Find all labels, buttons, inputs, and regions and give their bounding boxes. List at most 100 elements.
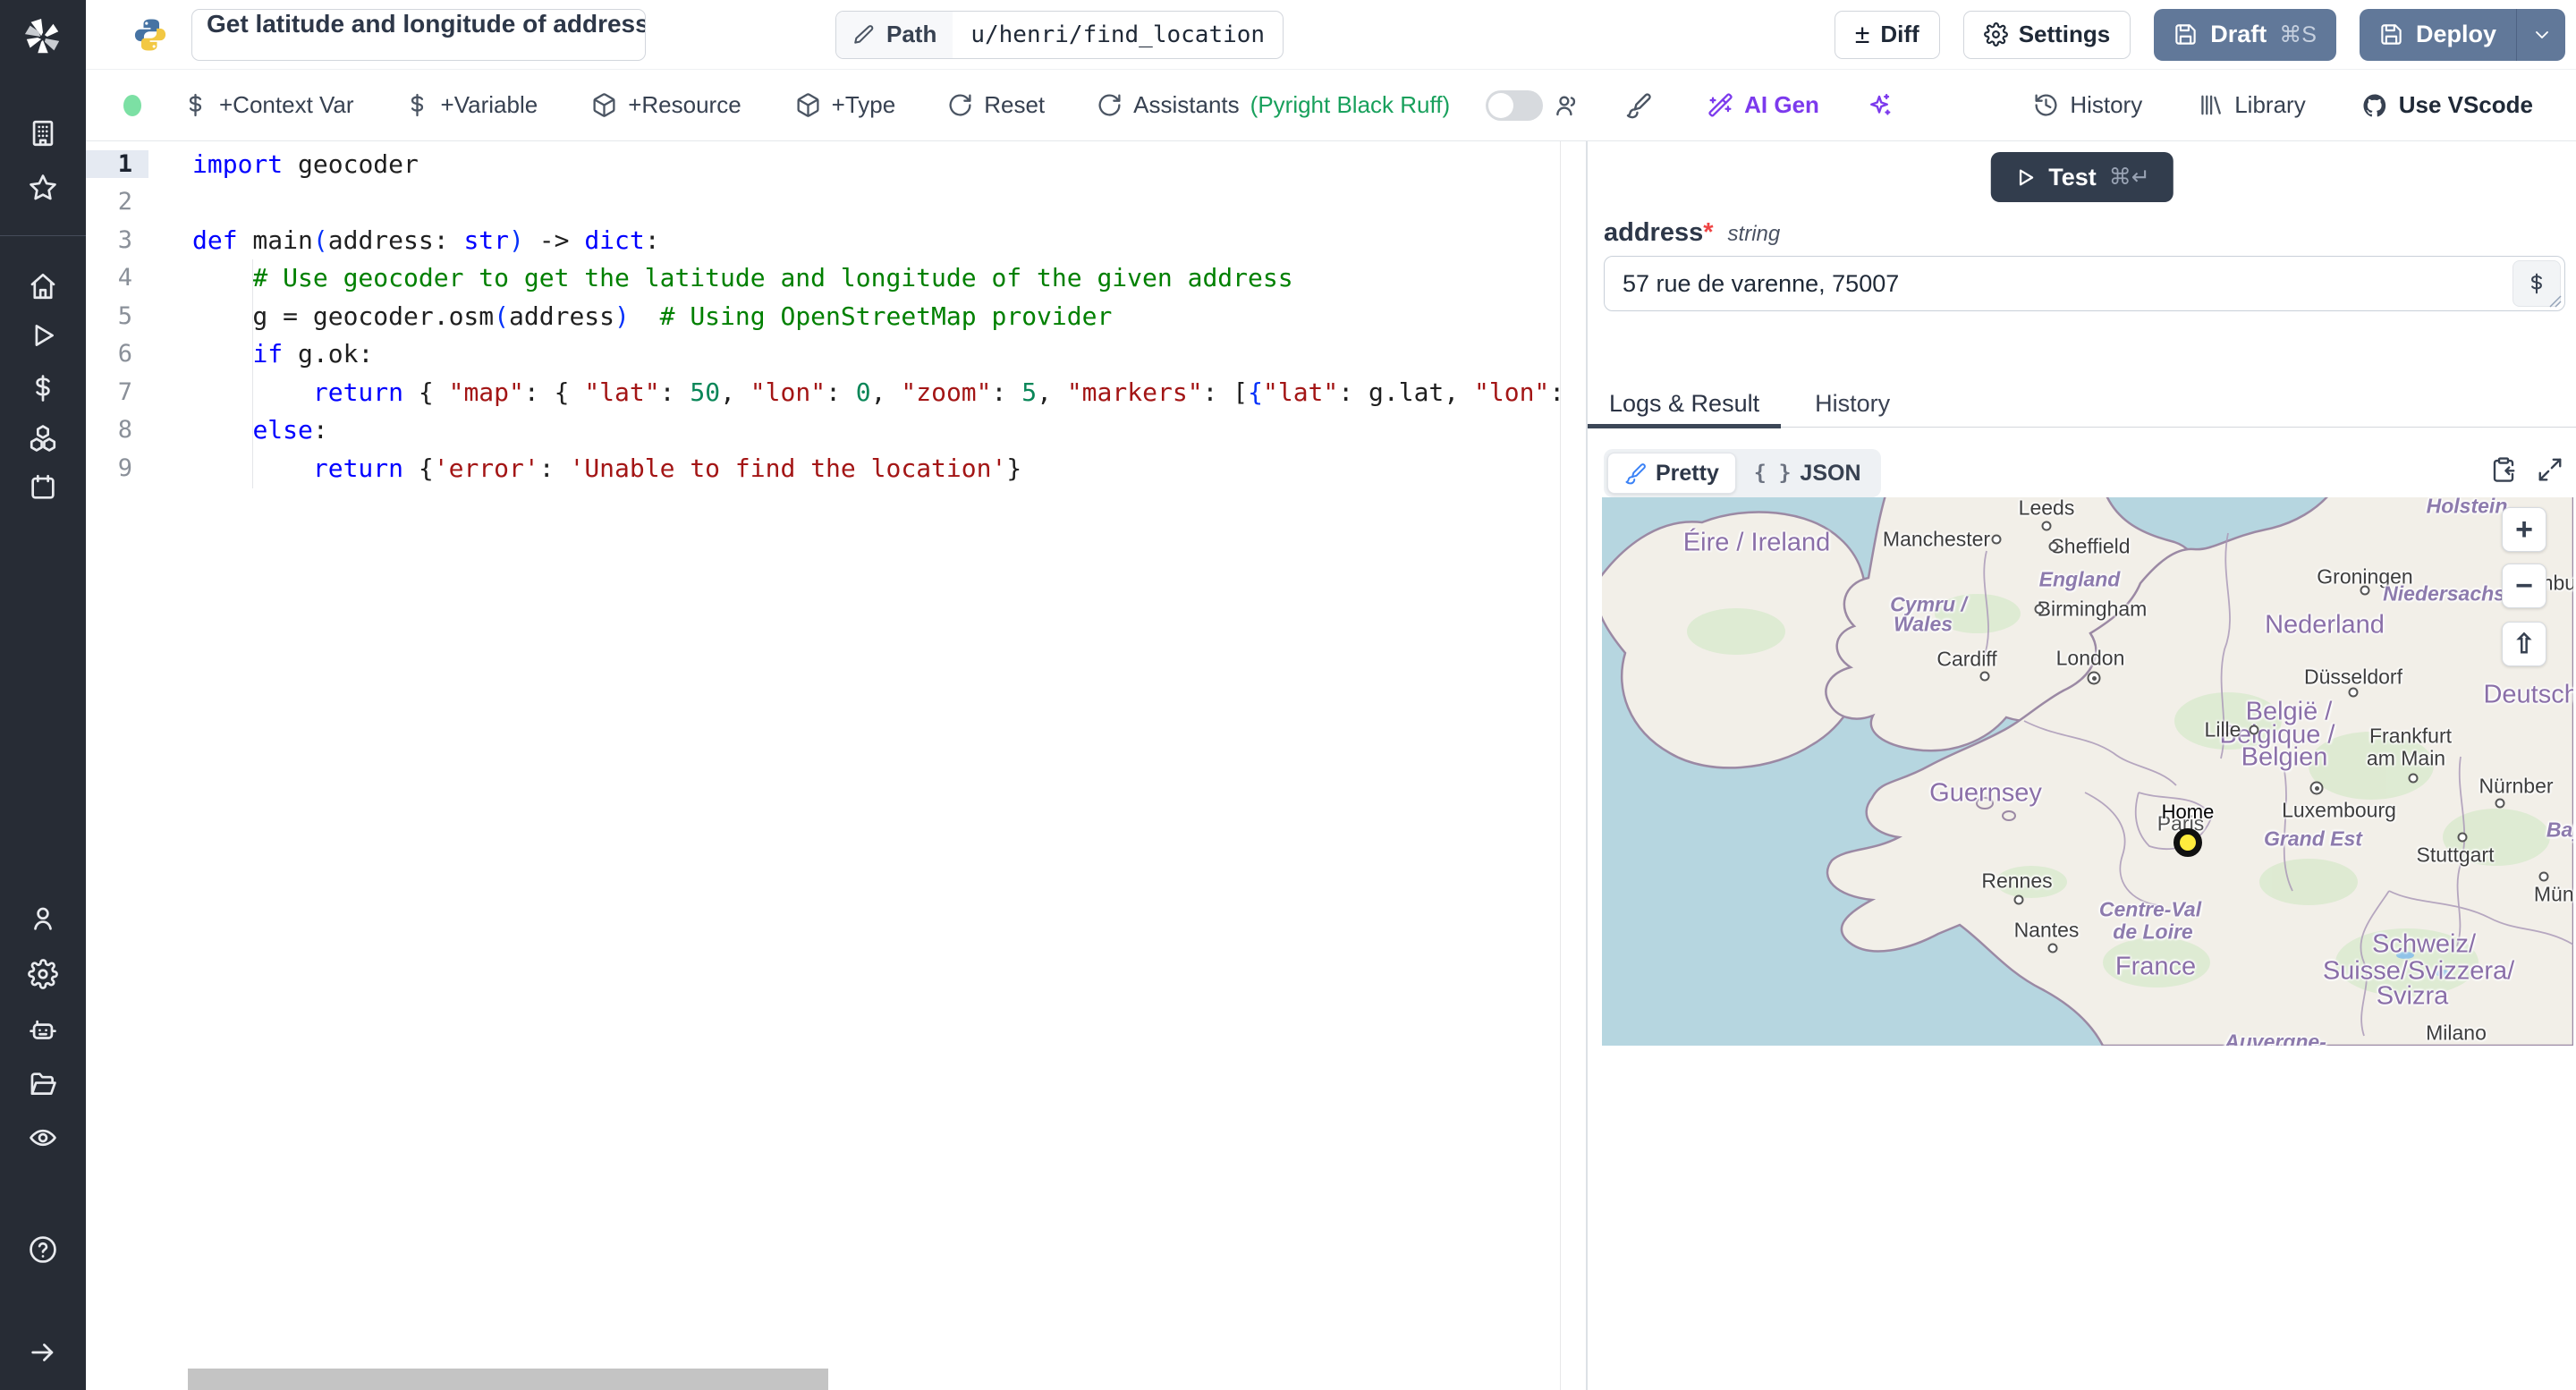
help-icon[interactable] [0, 1230, 86, 1269]
settings-button[interactable]: Settings [1962, 10, 2131, 59]
workspace-icon[interactable] [0, 114, 86, 153]
use-vscode-button[interactable]: Use VScode [2361, 91, 2533, 119]
tab-history[interactable]: History [1793, 381, 1911, 427]
favorites-icon[interactable] [0, 168, 86, 208]
map-zoom-in-button[interactable]: + [2502, 507, 2546, 552]
add-type-button[interactable]: +Type [795, 91, 895, 119]
collaboration-toggle[interactable] [1486, 89, 1544, 121]
result-tabs: Logs & Result History [1588, 381, 2576, 428]
dollar-icon [189, 93, 202, 117]
ai-sparkles-button[interactable] [1866, 92, 1893, 119]
schedules-icon[interactable] [0, 468, 86, 507]
map-label: Belgien [2241, 742, 2328, 772]
code-line[interactable]: 5 g = geocoder.osm(address) # Using Open… [86, 297, 1560, 335]
workers-nav-icon[interactable] [0, 1011, 86, 1050]
script-title-input[interactable]: Get latitude and longitude of address [191, 8, 646, 61]
address-input[interactable]: 57 rue de varenne, 75007 [1604, 256, 2565, 311]
map-city-dot [2041, 521, 2052, 531]
json-toggle[interactable]: { } JSON [1738, 453, 1877, 494]
result-map[interactable]: Leeds Holstein Éire / Ireland Manchester She… [1602, 497, 2573, 1046]
code-line[interactable]: 4 # Use geocoder to get the latitude and… [86, 259, 1560, 298]
add-resource-label: +Resource [628, 91, 741, 118]
deploy-button[interactable]: Deploy [2359, 8, 2565, 61]
test-button[interactable]: Test ⌘↵ [1990, 152, 2174, 202]
reset-label: Reset [984, 91, 1046, 118]
map-label: Milano [2426, 1021, 2487, 1045]
code-line[interactable]: 8 else: [86, 411, 1560, 450]
horizontal-scrollbar[interactable] [188, 1369, 828, 1390]
settings-nav-icon[interactable] [0, 954, 86, 994]
map-label: Home [2161, 801, 2215, 823]
variables-icon[interactable] [0, 369, 86, 408]
script-path-widget[interactable]: Path u/henri/find_location [835, 10, 1284, 59]
plus-minus-icon: ± [1854, 19, 1870, 49]
map-label: Deutschlan [2483, 680, 2573, 709]
map-label: Manchester [1882, 527, 1991, 551]
add-variable-button[interactable]: +Variable [404, 91, 538, 119]
reset-button[interactable]: Reset [947, 91, 1045, 119]
audit-nav-icon[interactable] [0, 1118, 86, 1157]
map-label: Centre-Val [2098, 897, 2202, 921]
map-zoom-out-button[interactable]: − [2502, 564, 2546, 608]
map-label: Schweiz/ [2371, 929, 2477, 959]
line-number: 1 [86, 149, 148, 178]
add-context-var-button[interactable]: +Context Var [182, 91, 354, 119]
code-history-button[interactable]: History [2033, 91, 2142, 119]
map-label: Nantes [2013, 918, 2080, 942]
pretty-label: Pretty [1656, 460, 1719, 486]
path-label-section: Path [836, 11, 953, 58]
map-city-dot [2047, 943, 2058, 954]
multiplayer-button[interactable] [1554, 92, 1580, 119]
home-icon[interactable] [0, 267, 86, 306]
ai-gen-button[interactable]: AI Gen [1707, 91, 1819, 119]
add-resource-button[interactable]: +Resource [591, 91, 741, 119]
line-number: 7 [117, 377, 132, 406]
code-line[interactable]: 7 return { "map": { "lat": 50, "lon": 0,… [86, 373, 1560, 411]
boxes-icon [30, 425, 56, 452]
path-value: u/henri/find_location [970, 21, 1266, 48]
windmill-logo[interactable] [0, 18, 86, 57]
code-line[interactable]: 2 [86, 183, 1560, 222]
expand-result-icon[interactable] [2537, 456, 2563, 483]
code-line[interactable]: 9 return {'error': 'Unable to find the l… [86, 449, 1560, 487]
line-number: 6 [117, 340, 132, 369]
runs-icon[interactable] [0, 316, 86, 355]
library-button[interactable]: Library [2198, 91, 2306, 119]
code-editor[interactable]: 1 import geocoder 2 3 def main(address: str)… [86, 141, 1561, 1390]
code-line[interactable]: 6 if g.ok: [86, 335, 1560, 374]
map-city-dot [2538, 871, 2549, 882]
result-actions [2490, 456, 2563, 483]
home-marker[interactable] [2174, 828, 2202, 857]
map-label: England [2038, 567, 2121, 591]
map-label: Frankfurt [2368, 724, 2453, 748]
resources-icon[interactable] [0, 419, 86, 458]
editor-gap [1561, 141, 1586, 1390]
package-icon [593, 93, 615, 117]
package-icon [797, 93, 819, 117]
chevron-down-icon[interactable] [2531, 24, 2553, 46]
format-button[interactable] [1625, 92, 1652, 119]
path-label: Path [886, 21, 937, 47]
expand-sidebar-icon[interactable] [0, 1333, 86, 1372]
copy-result-icon[interactable] [2490, 456, 2517, 483]
resize-handle-icon[interactable] [2549, 295, 2562, 308]
draft-button[interactable]: Draft ⌘S [2154, 8, 2336, 61]
json-label: JSON [1800, 460, 1861, 486]
map-fit-bounds-button[interactable]: ⇧ [2502, 622, 2546, 666]
braces-icon: { } [1753, 462, 1792, 485]
library-icon [2201, 95, 2222, 115]
assistants-button[interactable]: Assistants (Pyright Black Ruff) [1097, 91, 1450, 119]
code-line[interactable]: 1 import geocoder [86, 145, 1560, 183]
diff-button[interactable]: ± Diff [1834, 10, 1940, 59]
add-variable-label: +Variable [440, 91, 538, 118]
map-city-dot [2348, 687, 2359, 698]
users-nav-icon[interactable] [0, 899, 86, 938]
tab-logs-result[interactable]: Logs & Result [1588, 381, 1782, 428]
folders-nav-icon[interactable] [0, 1064, 86, 1104]
test-label: Test [2048, 163, 2097, 191]
status-dot [123, 94, 141, 116]
save-icon [2381, 24, 2402, 45]
pretty-toggle[interactable]: Pretty [1607, 453, 1736, 494]
code-line[interactable]: 3 def main(address: str) -> dict: [86, 221, 1560, 259]
play-icon [35, 325, 54, 346]
